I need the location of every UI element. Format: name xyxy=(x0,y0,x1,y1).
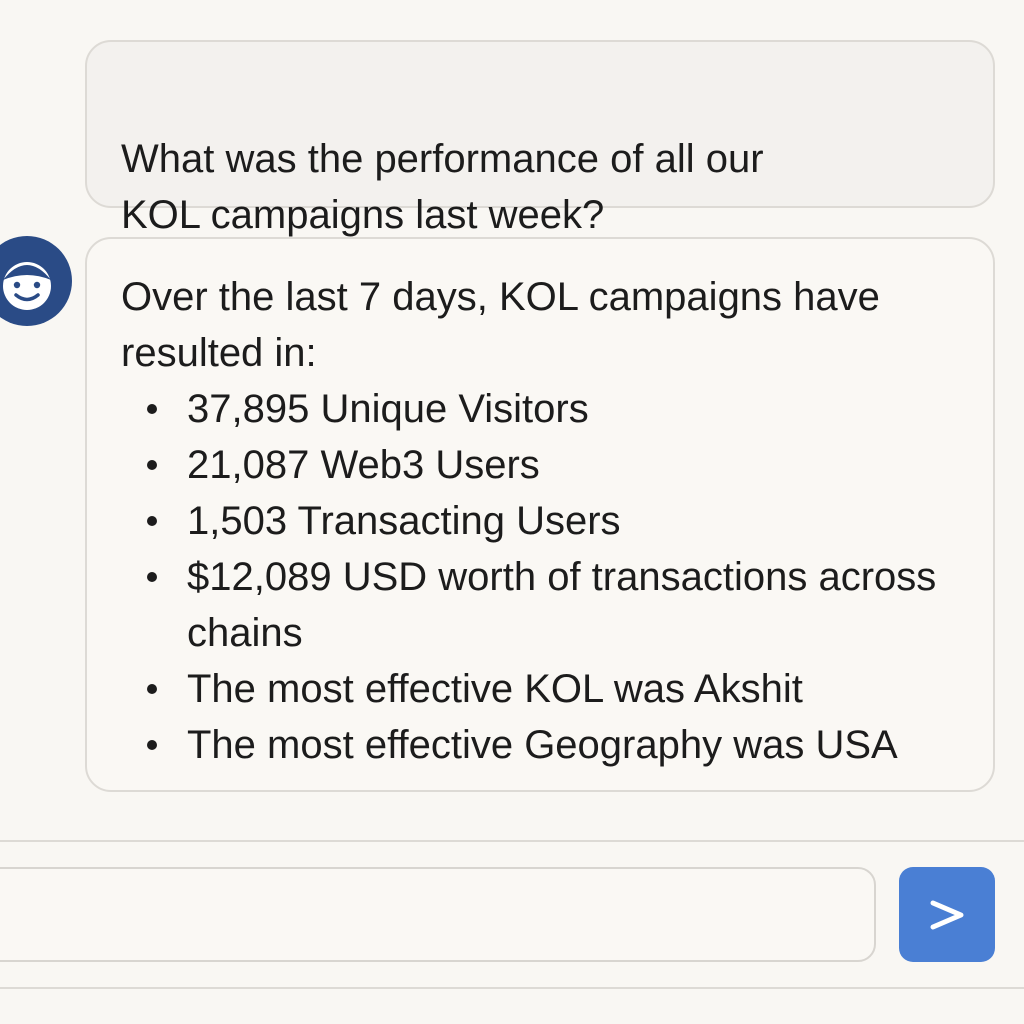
bullet-icon xyxy=(147,516,157,526)
composer-divider-bottom xyxy=(0,987,1024,989)
bullet-icon xyxy=(147,460,157,470)
list-item: $12,089 USD worth of transactions across… xyxy=(121,549,953,661)
list-item-text: $12,089 USD worth of transactions across… xyxy=(187,555,937,655)
composer-divider-top xyxy=(0,840,1024,842)
chat-window: What was the performance of all our KOL … xyxy=(0,0,1024,1024)
bullet-icon xyxy=(147,684,157,694)
list-item-text: The most effective KOL was Akshit xyxy=(187,667,803,711)
list-item-text: 37,895 Unique Visitors xyxy=(187,387,589,431)
user-message-text: What was the performance of all our KOL … xyxy=(121,137,764,237)
assistant-intro-text: Over the last 7 days, KOL campaigns have… xyxy=(121,275,880,375)
list-item: The most effective KOL was Akshit xyxy=(121,661,953,717)
chevron-right-icon xyxy=(930,900,964,929)
bullet-icon xyxy=(147,404,157,414)
send-button[interactable] xyxy=(899,867,995,962)
smiley-face-icon xyxy=(3,262,51,310)
list-item: 21,087 Web3 Users xyxy=(121,437,953,493)
bullet-icon xyxy=(147,572,157,582)
list-item: 1,503 Transacting Users xyxy=(121,493,953,549)
list-item: 37,895 Unique Visitors xyxy=(121,381,953,437)
list-item: The most effective Geography was USA xyxy=(121,717,953,773)
message-input[interactable] xyxy=(0,867,876,962)
list-item-text: The most effective Geography was USA xyxy=(187,723,898,767)
results-list: 37,895 Unique Visitors 21,087 Web3 Users… xyxy=(121,381,953,773)
list-item-text: 21,087 Web3 Users xyxy=(187,443,540,487)
assistant-message-bubble: Over the last 7 days, KOL campaigns have… xyxy=(85,237,995,792)
bullet-icon xyxy=(147,740,157,750)
list-item-text: 1,503 Transacting Users xyxy=(187,499,621,543)
assistant-avatar xyxy=(0,236,72,326)
user-message-bubble: What was the performance of all our KOL … xyxy=(85,40,995,237)
